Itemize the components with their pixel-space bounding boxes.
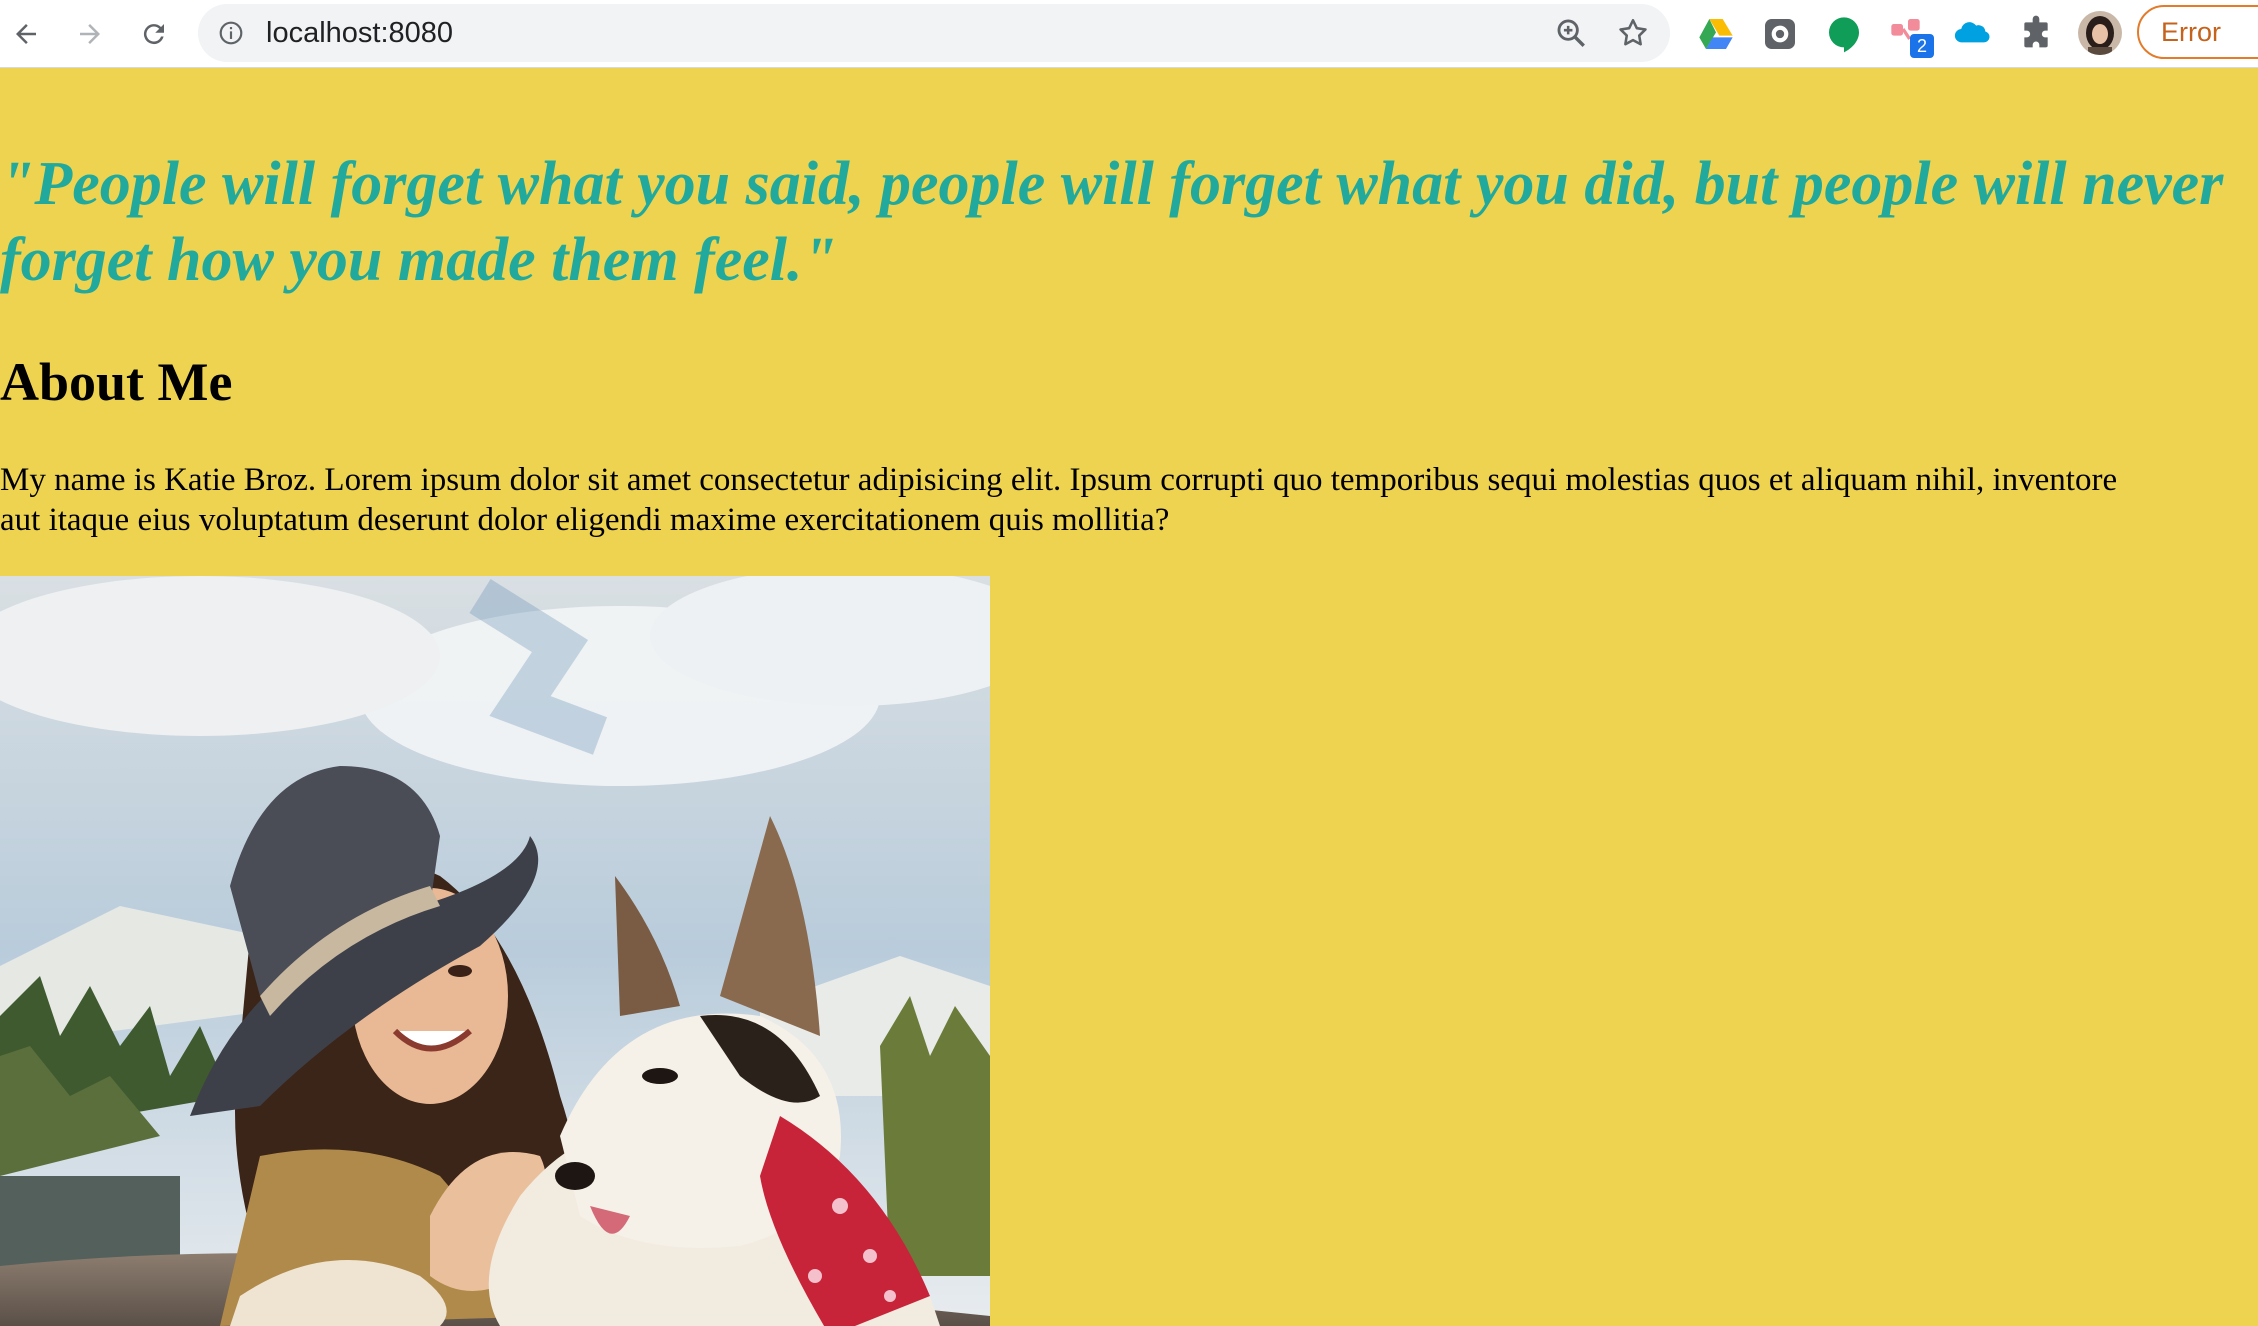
page-content: "People will forget what you said, peopl… <box>0 68 2258 1326</box>
bio-paragraph: My name is Katie Broz. Lorem ipsum dolor… <box>0 460 2258 540</box>
forward-arrow-icon[interactable] <box>70 14 110 54</box>
profile-photo <box>0 576 990 1326</box>
url-text[interactable]: localhost:8080 <box>266 4 453 62</box>
site-info-icon[interactable] <box>218 20 244 46</box>
error-button[interactable]: Error <box>2137 5 2258 59</box>
bio-line-1: My name is Katie Broz. Lorem ipsum dolor… <box>0 462 2118 498</box>
bio-line-2: aut itaque eius voluptatum deserunt dolo… <box>0 502 1170 538</box>
extension-badge-count: 2 <box>1910 34 1934 58</box>
bookmark-star-icon[interactable] <box>1616 16 1650 50</box>
salesforce-icon[interactable] <box>1952 14 1992 54</box>
reload-icon[interactable] <box>134 14 174 54</box>
address-bar[interactable]: localhost:8080 <box>198 4 1670 62</box>
extension-icon[interactable] <box>1760 14 1800 54</box>
extensions-puzzle-icon[interactable] <box>2016 14 2056 54</box>
hangouts-icon[interactable] <box>1824 14 1864 54</box>
quote-heading: "People will forget what you said, peopl… <box>0 150 2224 294</box>
google-drive-icon[interactable] <box>1696 14 1736 54</box>
about-me-heading: About Me <box>0 352 233 412</box>
profile-avatar[interactable] <box>2078 11 2122 55</box>
zoom-icon[interactable] <box>1554 16 1588 50</box>
browser-toolbar: localhost:8080 2 Error <box>0 0 2258 68</box>
back-arrow-icon[interactable] <box>6 14 46 54</box>
